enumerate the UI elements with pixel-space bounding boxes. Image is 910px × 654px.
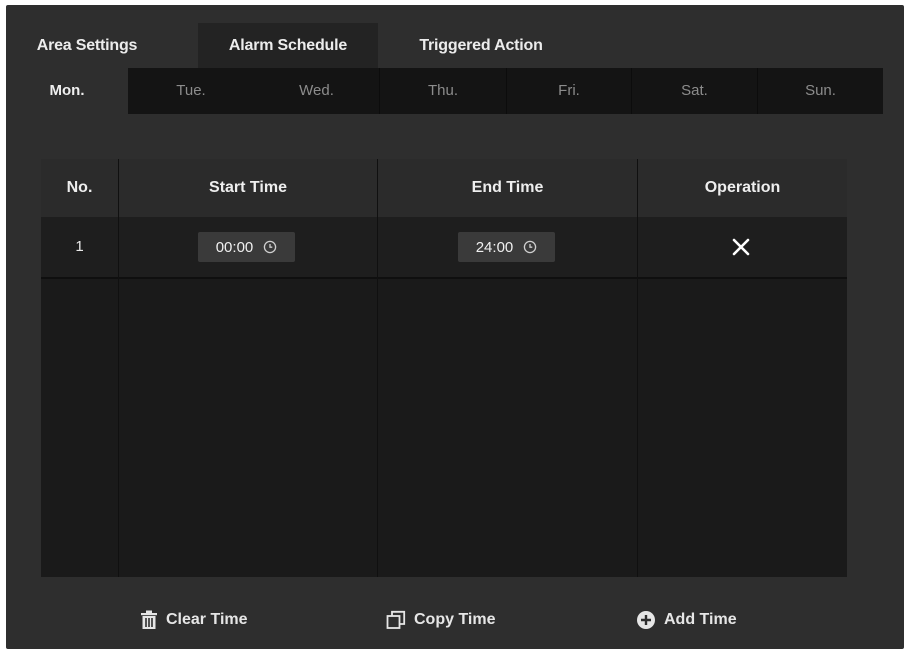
schedule-table: No. Start Time End Time Operation 1 00:0… xyxy=(41,159,847,577)
column-divider xyxy=(377,159,378,577)
clear-time-label: Clear Time xyxy=(166,611,248,628)
plus-circle-icon xyxy=(637,611,655,629)
column-header-end-time: End Time xyxy=(471,179,544,196)
table-row: 1 00:00 24:00 xyxy=(41,217,847,279)
day-tab-sat[interactable]: Sat. xyxy=(632,68,757,114)
day-tab-sun[interactable]: Sun. xyxy=(758,68,883,114)
row-number: 1 xyxy=(75,238,84,255)
clear-time-button[interactable]: Clear Time xyxy=(140,608,248,632)
day-tab-thu[interactable]: Thu. xyxy=(380,68,506,114)
tab-area-settings[interactable]: Area Settings xyxy=(22,23,152,73)
top-tab-bar: Area Settings Alarm Schedule Triggered A… xyxy=(6,23,904,73)
start-time-value: 00:00 xyxy=(215,238,254,256)
column-header-no: No. xyxy=(66,179,93,196)
column-header-operation: Operation xyxy=(704,179,781,196)
clock-icon xyxy=(524,240,537,254)
table-header: No. Start Time End Time Operation xyxy=(41,159,847,217)
tab-triggered-action[interactable]: Triggered Action xyxy=(398,23,564,73)
day-tab-bar: Mon. Tue. Wed. Thu. Fri. Sat. Sun. xyxy=(6,68,883,114)
end-time-field[interactable]: 24:00 xyxy=(458,232,555,262)
column-header-start-time: Start Time xyxy=(209,179,287,196)
add-time-button[interactable]: Add Time xyxy=(636,608,737,632)
column-divider xyxy=(637,159,638,577)
tab-alarm-schedule[interactable]: Alarm Schedule xyxy=(198,23,378,73)
copy-time-label: Copy Time xyxy=(414,611,496,628)
close-icon[interactable] xyxy=(731,237,751,257)
end-time-value: 24:00 xyxy=(475,238,514,256)
alarm-settings-panel: Area Settings Alarm Schedule Triggered A… xyxy=(6,5,904,649)
copy-time-button[interactable]: Copy Time xyxy=(386,608,496,632)
clock-icon xyxy=(264,240,277,254)
column-divider xyxy=(118,159,119,577)
day-tab-tue[interactable]: Tue. xyxy=(128,68,254,114)
trash-icon xyxy=(141,610,157,629)
copy-icon xyxy=(386,610,406,629)
start-time-field[interactable]: 00:00 xyxy=(198,232,295,262)
day-tab-wed[interactable]: Wed. xyxy=(254,68,379,114)
day-tab-mon[interactable]: Mon. xyxy=(6,68,128,114)
day-tab-fri[interactable]: Fri. xyxy=(507,68,631,114)
add-time-label: Add Time xyxy=(664,611,737,628)
